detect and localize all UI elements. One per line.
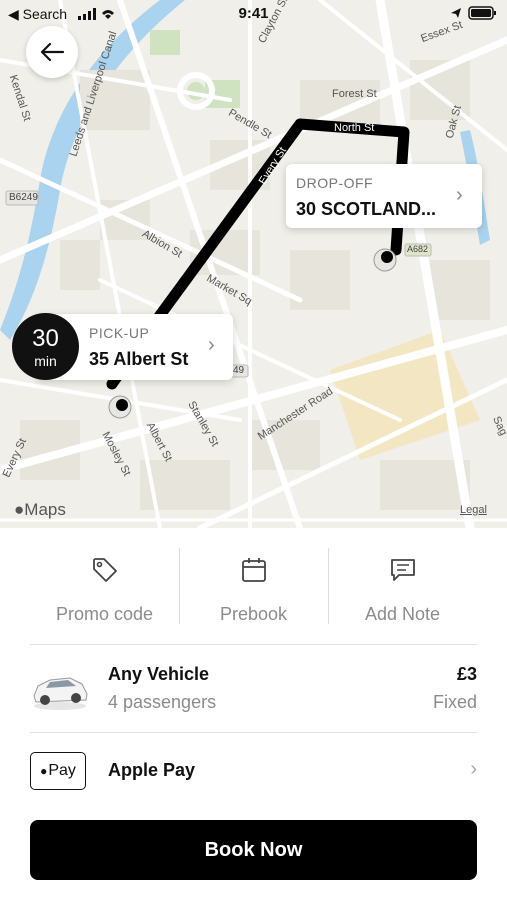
booking-sheet: Promo code Prebook Add Note Any Vehicle … <box>0 528 507 900</box>
payment-method-name: Apple Pay <box>108 760 196 780</box>
dropoff-card[interactable]: DROP-OFF 30 SCOTLAND... › <box>286 164 482 228</box>
apple-logo-icon: ● <box>40 764 48 778</box>
message-icon <box>390 559 415 581</box>
vehicle-passengers: 4 passengers <box>108 692 217 712</box>
chevron-right-icon: › <box>470 758 477 780</box>
divider <box>179 548 180 624</box>
book-now-button[interactable]: Book Now <box>30 820 477 880</box>
eta-unit: min <box>34 353 57 369</box>
vehicle-name: Any Vehicle <box>108 664 210 684</box>
status-bar: ◀ Search 9:41 <box>0 0 507 28</box>
legal-link[interactable]: Legal <box>460 504 487 516</box>
apple-logo-icon: ● <box>14 500 25 519</box>
tag-icon <box>92 558 117 582</box>
chevron-right-icon: › <box>208 334 215 356</box>
divider <box>328 548 329 624</box>
car-icon <box>33 677 88 710</box>
apple-pay-badge-text: Pay <box>48 762 76 779</box>
dropoff-caption: DROP-OFF <box>296 175 374 191</box>
eta-badge: 30 min <box>12 313 79 380</box>
dropoff-address: 30 SCOTLAND... <box>296 199 437 219</box>
map-view[interactable]: Clayton St Essex St Forest St North St P… <box>0 0 507 528</box>
maps-attribution: ●Maps <box>14 500 66 520</box>
arrow-left-icon <box>40 42 65 62</box>
road-shield-label: B6249 <box>9 192 38 203</box>
vehicle-option[interactable]: Any Vehicle 4 passengers £3 Fixed <box>30 650 477 730</box>
vehicle-price-type: Fixed <box>432 692 477 712</box>
battery-icon <box>449 6 497 24</box>
prebook-button[interactable]: Prebook <box>179 548 328 628</box>
map-base <box>0 0 507 528</box>
divider <box>30 732 477 733</box>
add-note-label: Add Note <box>364 604 441 624</box>
street-label: North St <box>334 122 375 134</box>
eta-value: 30 <box>32 325 59 352</box>
add-note-button[interactable]: Add Note <box>328 548 477 628</box>
divider <box>30 644 477 645</box>
road-shield-label: A682 <box>407 244 429 254</box>
calendar-icon <box>241 558 266 582</box>
pickup-address: 35 Albert St <box>89 349 189 369</box>
promo-code-button[interactable]: Promo code <box>30 548 179 628</box>
back-button[interactable] <box>26 26 78 78</box>
payment-method[interactable]: ● Pay Apple Pay › <box>30 744 477 800</box>
promo-code-label: Promo code <box>55 604 154 624</box>
apple-pay-icon: ● Pay <box>30 752 86 790</box>
prebook-label: Prebook <box>219 604 288 624</box>
vehicle-price: £3 <box>456 664 477 684</box>
maps-attribution-text: Maps <box>24 500 66 519</box>
road-shield-label: 49 <box>233 365 245 376</box>
chevron-right-icon: › <box>456 184 463 206</box>
street-label: Forest St <box>332 88 377 100</box>
clock: 9:41 <box>238 5 269 22</box>
pickup-caption: PICK-UP <box>89 325 150 341</box>
action-row: Promo code Prebook Add Note <box>30 548 477 628</box>
